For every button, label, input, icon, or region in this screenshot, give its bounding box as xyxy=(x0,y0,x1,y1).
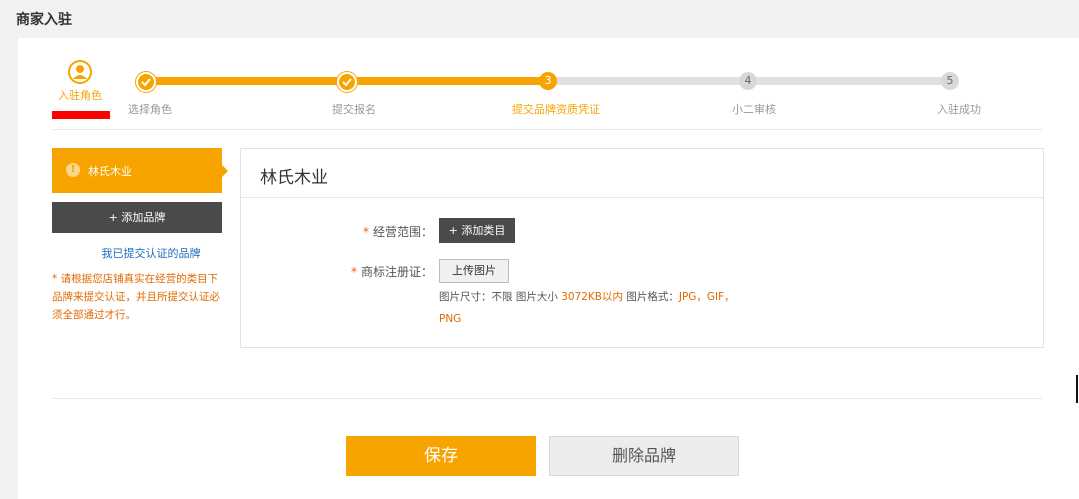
step-5-number: 5 xyxy=(941,72,959,90)
trademark-label-text: 商标注册证： xyxy=(361,265,434,279)
brand-tab-current[interactable]: ! 林氏木业 xyxy=(52,148,228,193)
step-4-number: 4 xyxy=(739,72,757,90)
text-cursor xyxy=(1076,375,1078,403)
hint-size-value: 3072KB以内 xyxy=(561,291,623,303)
step-1-check-icon xyxy=(136,72,156,92)
add-category-button[interactable]: + 添加类目 xyxy=(439,218,515,243)
main-panel: 入驻角色 3 4 5 选择角色 提交报名 提交品牌资质凭证 小二审核 入驻成功 … xyxy=(18,38,1079,499)
step-3-label: 提交品牌资质凭证 xyxy=(512,103,600,116)
user-icon xyxy=(68,60,92,84)
required-mark: * xyxy=(351,265,357,279)
step-1-label: 选择角色 xyxy=(128,103,172,116)
brand-note: * 请根据您店铺真实在经营的类目下品牌来提交认证，并且所提交认证必须全部通过才行… xyxy=(52,273,220,321)
step-3-number: 3 xyxy=(539,72,557,90)
hint-formats-line1: JPG，GIF， xyxy=(678,291,735,303)
submitted-brands-link[interactable]: 我已提交认证的品牌 xyxy=(52,245,250,261)
arrow-right-icon xyxy=(222,165,228,177)
scope-label: * 经营范围： xyxy=(363,223,433,240)
add-brand-button[interactable]: + 添加品牌 xyxy=(52,202,222,233)
image-hint: 图片尺寸：不限 图片大小 3072KB以内 图片格式：JPG，GIF， xyxy=(439,289,735,304)
hint-formats-line2: PNG xyxy=(439,313,462,325)
delete-brand-button[interactable]: 删除品牌 xyxy=(549,436,739,476)
upload-image-button[interactable]: 上传图片 xyxy=(439,259,509,283)
step-5-label: 入驻成功 xyxy=(937,103,981,116)
save-button[interactable]: 保存 xyxy=(346,436,536,476)
divider xyxy=(52,398,1042,399)
hint-format-label: 图片格式： xyxy=(626,291,679,303)
step-4-label: 小二审核 xyxy=(732,103,776,116)
divider xyxy=(241,197,1043,198)
page-title: 商家入驻 xyxy=(16,12,72,28)
top-bar: 商家入驻 xyxy=(0,0,1079,38)
info-icon: ! xyxy=(66,163,80,177)
role-label: 入驻角色 xyxy=(58,89,102,102)
role-underline xyxy=(52,111,110,119)
brand-form-card: 林氏木业 * 经营范围： + 添加类目 * 商标注册证： 上传图片 图片尺寸：不限 … xyxy=(240,148,1044,348)
required-mark: * xyxy=(363,225,369,239)
image-hint-line2: PNG xyxy=(439,313,461,325)
scope-label-text: 经营范围： xyxy=(373,225,434,239)
divider xyxy=(52,129,1042,130)
role-indicator: 入驻角色 xyxy=(54,58,106,103)
step-2-label: 提交报名 xyxy=(332,103,376,116)
hint-size-label: 图片尺寸：不限 图片大小 xyxy=(439,291,558,303)
form-title: 林氏木业 xyxy=(260,168,328,188)
step-2-check-icon xyxy=(337,72,357,92)
trademark-label: * 商标注册证： xyxy=(351,263,433,280)
brand-tab-label: 林氏木业 xyxy=(88,165,132,178)
